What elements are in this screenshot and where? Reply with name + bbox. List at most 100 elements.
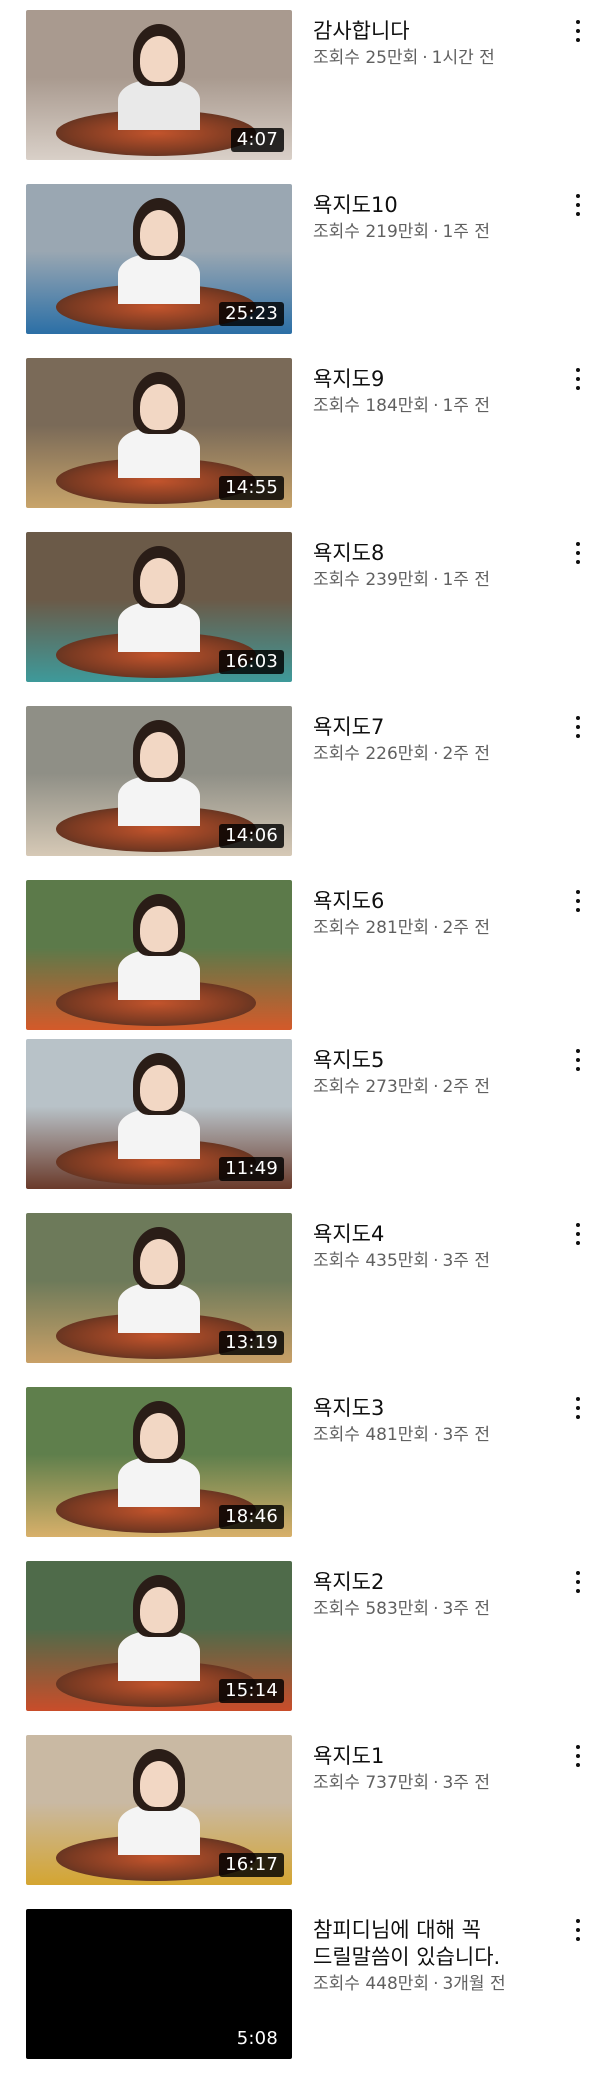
- duration-badge: 13:19: [219, 1331, 284, 1355]
- more-vertical-icon[interactable]: [566, 1919, 590, 1949]
- video-stats: 조회수 435만회 · 3주 전: [313, 1250, 553, 1272]
- video-title[interactable]: 감사합니다: [313, 18, 553, 45]
- view-count: 조회수 184만회: [313, 396, 430, 416]
- video-item[interactable]: 욕지도6 조회수 281만회 · 2주 전: [0, 880, 600, 1030]
- duration-badge: 14:06: [219, 824, 284, 848]
- video-thumbnail[interactable]: 11:49: [26, 1039, 292, 1189]
- video-item[interactable]: 11:49 욕지도5 조회수 273만회 · 2주 전: [0, 1039, 600, 1189]
- duration-badge: 14:55: [219, 476, 284, 500]
- more-dot: [576, 38, 580, 42]
- view-count: 조회수 226만회: [313, 744, 430, 764]
- more-vertical-icon[interactable]: [566, 890, 590, 920]
- more-dot: [576, 1397, 580, 1401]
- video-item[interactable]: 18:46 욕지도3 조회수 481만회 · 3주 전: [0, 1387, 600, 1537]
- more-dot: [576, 551, 580, 555]
- video-item[interactable]: 14:55 욕지도9 조회수 184만회 · 1주 전: [0, 358, 600, 508]
- more-dot: [576, 542, 580, 546]
- video-title[interactable]: 욕지도3: [313, 1395, 553, 1422]
- video-title[interactable]: 욕지도10: [313, 192, 553, 219]
- video-stats: 조회수 273만회 · 2주 전: [313, 1076, 553, 1098]
- more-dot: [576, 734, 580, 738]
- video-stats: 조회수 226만회 · 2주 전: [313, 743, 553, 765]
- video-item[interactable]: 16:03 욕지도8 조회수 239만회 · 1주 전: [0, 532, 600, 682]
- more-vertical-icon[interactable]: [566, 194, 590, 224]
- more-dot: [576, 908, 580, 912]
- person-shirt: [118, 254, 200, 304]
- video-item[interactable]: 13:19 욕지도4 조회수 435만회 · 3주 전: [0, 1213, 600, 1363]
- view-count: 조회수 281만회: [313, 918, 430, 938]
- upload-age: 1주 전: [442, 396, 490, 416]
- video-thumbnail[interactable]: 16:17: [26, 1735, 292, 1885]
- more-vertical-icon[interactable]: [566, 1049, 590, 1079]
- video-meta: 감사합니다 조회수 25만회 · 1시간 전: [313, 18, 553, 69]
- video-title[interactable]: 욕지도8: [313, 540, 553, 567]
- duration-badge: 18:46: [219, 1505, 284, 1529]
- person-shirt: [118, 1805, 200, 1855]
- more-dot: [576, 194, 580, 198]
- more-vertical-icon[interactable]: [566, 1571, 590, 1601]
- stats-separator: ·: [433, 744, 439, 764]
- more-vertical-icon[interactable]: [566, 716, 590, 746]
- video-thumbnail[interactable]: 18:46: [26, 1387, 292, 1537]
- video-thumbnail[interactable]: 16:03: [26, 532, 292, 682]
- video-title[interactable]: 욕지도4: [313, 1221, 553, 1248]
- video-thumbnail[interactable]: 25:23: [26, 184, 292, 334]
- more-dot: [576, 1580, 580, 1584]
- more-vertical-icon[interactable]: [566, 1745, 590, 1775]
- video-meta: 욕지도4 조회수 435만회 · 3주 전: [313, 1221, 553, 1272]
- duration-badge: 4:07: [230, 128, 284, 152]
- video-title[interactable]: 참피디님에 대해 꼭 드릴말씀이 있습니다.: [313, 1917, 553, 1971]
- video-item[interactable]: 4:07 감사합니다 조회수 25만회 · 1시간 전: [0, 10, 600, 160]
- more-dot: [576, 1589, 580, 1593]
- more-dot: [576, 1406, 580, 1410]
- more-dot: [576, 203, 580, 207]
- video-title[interactable]: 욕지도1: [313, 1743, 553, 1770]
- video-thumbnail[interactable]: 14:55: [26, 358, 292, 508]
- video-thumbnail[interactable]: 5:08: [26, 1909, 292, 2059]
- video-meta: 욕지도8 조회수 239만회 · 1주 전: [313, 540, 553, 591]
- video-title[interactable]: 욕지도6: [313, 888, 553, 915]
- more-dot: [576, 1763, 580, 1767]
- duration-badge: 15:14: [219, 1679, 284, 1703]
- video-title[interactable]: 욕지도7: [313, 714, 553, 741]
- duration-badge: 16:17: [219, 1853, 284, 1877]
- more-vertical-icon[interactable]: [566, 20, 590, 50]
- video-thumbnail[interactable]: 4:07: [26, 10, 292, 160]
- video-thumbnail[interactable]: 13:19: [26, 1213, 292, 1363]
- video-title[interactable]: 욕지도9: [313, 366, 553, 393]
- video-item[interactable]: 14:06 욕지도7 조회수 226만회 · 2주 전: [0, 706, 600, 856]
- person-face: [140, 36, 178, 82]
- person-shirt: [118, 1283, 200, 1333]
- video-item[interactable]: 25:23 욕지도10 조회수 219만회 · 1주 전: [0, 184, 600, 334]
- video-item[interactable]: 16:17 욕지도1 조회수 737만회 · 3주 전: [0, 1735, 600, 1885]
- video-stats: 조회수 281만회 · 2주 전: [313, 917, 553, 939]
- video-stats: 조회수 481만회 · 3주 전: [313, 1424, 553, 1446]
- more-dot: [576, 1571, 580, 1575]
- person-face: [140, 1065, 178, 1111]
- video-item[interactable]: 5:08 참피디님에 대해 꼭 드릴말씀이 있습니다. 조회수 448만회 · 3개월 …: [0, 1909, 600, 2059]
- video-thumbnail[interactable]: 14:06: [26, 706, 292, 856]
- video-item[interactable]: 15:14 욕지도2 조회수 583만회 · 3주 전: [0, 1561, 600, 1711]
- video-meta: 욕지도2 조회수 583만회 · 3주 전: [313, 1569, 553, 1620]
- video-title[interactable]: 욕지도5: [313, 1047, 553, 1074]
- view-count: 조회수 219만회: [313, 222, 430, 242]
- person-shirt: [118, 428, 200, 478]
- more-vertical-icon[interactable]: [566, 368, 590, 398]
- upload-age: 1시간 전: [431, 48, 495, 68]
- person-shirt: [118, 776, 200, 826]
- more-dot: [576, 1919, 580, 1923]
- more-vertical-icon[interactable]: [566, 1223, 590, 1253]
- duration-badge: 16:03: [219, 650, 284, 674]
- video-thumbnail[interactable]: [26, 880, 292, 1030]
- video-thumbnail[interactable]: 15:14: [26, 1561, 292, 1711]
- view-count: 조회수 448만회: [313, 1974, 430, 1994]
- more-vertical-icon[interactable]: [566, 1397, 590, 1427]
- person-face: [140, 732, 178, 778]
- more-dot: [576, 890, 580, 894]
- view-count: 조회수 25만회: [313, 48, 419, 68]
- upload-age: 3주 전: [442, 1425, 490, 1445]
- video-title[interactable]: 욕지도2: [313, 1569, 553, 1596]
- video-meta: 욕지도1 조회수 737만회 · 3주 전: [313, 1743, 553, 1794]
- more-vertical-icon[interactable]: [566, 542, 590, 572]
- video-meta: 욕지도10 조회수 219만회 · 1주 전: [313, 192, 553, 243]
